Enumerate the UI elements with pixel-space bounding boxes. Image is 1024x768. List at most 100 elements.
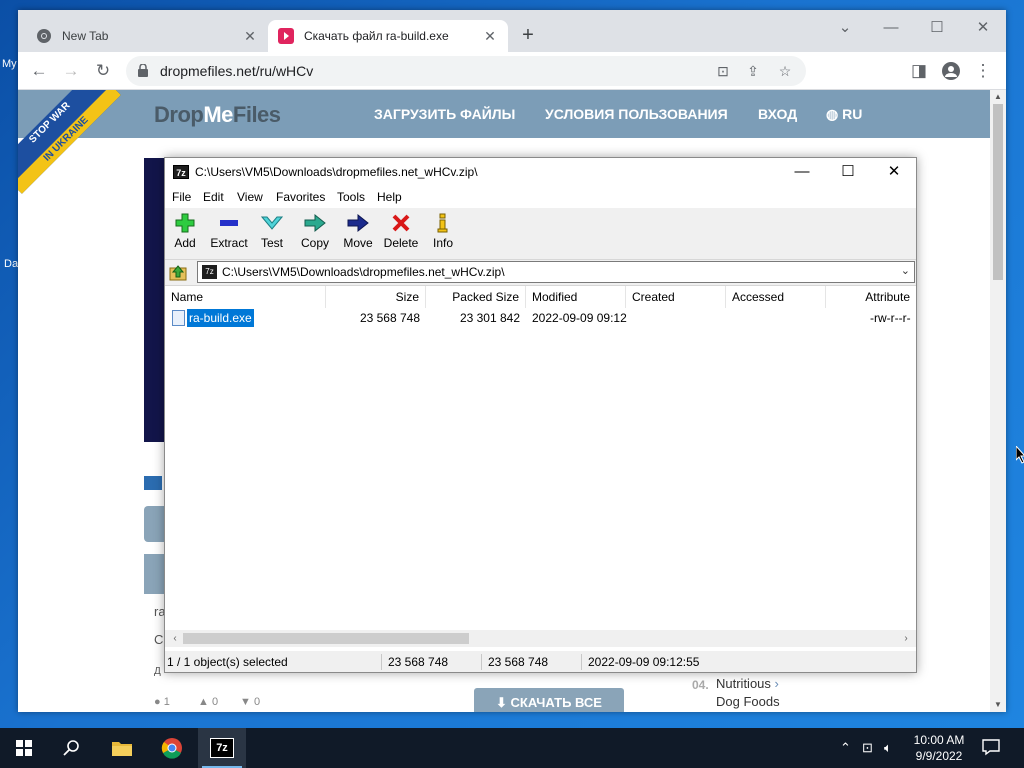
translate-icon[interactable]: ⊡ [712, 60, 734, 82]
status-size: 23 568 748 [388, 655, 449, 669]
profile-avatar-icon[interactable] [938, 58, 964, 84]
file-attributes-cell: -rw-r--r- [870, 311, 911, 325]
add-icon [163, 212, 207, 234]
forward-icon[interactable]: → [58, 58, 84, 84]
column-header-size[interactable]: Size [326, 286, 426, 308]
search-icon[interactable] [48, 728, 96, 768]
column-header-modified[interactable]: Modified [526, 286, 626, 308]
list-icon[interactable] [144, 476, 162, 490]
tab-download-page[interactable]: Скачать файл ra-build.exe ✕ [268, 20, 508, 52]
page-scrollbar[interactable]: ▲ ▼ [990, 90, 1006, 712]
7zip-taskbar-icon[interactable]: 7z [198, 728, 246, 768]
notification-icon[interactable] [982, 738, 1002, 758]
add-button[interactable]: Add [163, 212, 207, 250]
tab-new-tab[interactable]: New Tab ✕ [26, 20, 268, 52]
chevron-down-icon[interactable]: ⌄ [901, 264, 910, 277]
address-bar[interactable]: dropmefiles.net/ru/wHCv ⊡ ⇪ ☆ [126, 56, 806, 86]
promo-card[interactable]: 04. Nutritious › Dog Foods [686, 670, 804, 712]
back-icon[interactable]: ← [26, 58, 52, 84]
minimize-button[interactable]: — [779, 158, 825, 186]
folder-up-icon[interactable] [169, 263, 187, 281]
share-icon[interactable]: ⇪ [742, 60, 764, 82]
column-header-attributes[interactable]: Attribute [826, 286, 916, 308]
file-list[interactable]: Name Size Packed Size Modified Created A… [165, 285, 916, 651]
file-name-cell[interactable]: ra-build.exe [186, 308, 255, 328]
path-combobox[interactable]: 7z C:\Users\VM5\Downloads\dropmefiles.ne… [197, 261, 915, 283]
scroll-up-icon[interactable]: ▲ [990, 90, 1006, 104]
likes-counter[interactable]: ● 1 [154, 696, 170, 708]
nav-terms[interactable]: УСЛОВИЯ ПОЛЬЗОВАНИЯ [545, 106, 728, 122]
browser-toolbar: ← → ↻ dropmefiles.net/ru/wHCv ⊡ ⇪ ☆ ◨ ⋮ [18, 52, 1006, 90]
menu-help[interactable]: Help [377, 190, 402, 204]
desktop-icon-label[interactable]: Da [4, 258, 18, 270]
network-icon[interactable]: ⊡ [862, 728, 873, 768]
tab-strip: New Tab ✕ Скачать файл ra-build.exe ✕ + … [18, 10, 1006, 52]
extract-icon [207, 212, 251, 234]
minimize-button[interactable]: — [868, 14, 914, 44]
menu-edit[interactable]: Edit [203, 190, 224, 204]
file-created-cell [632, 308, 726, 328]
tab-search-icon[interactable]: ⌄ [822, 14, 868, 44]
volume-icon[interactable]: 🔈︎ [884, 728, 892, 768]
system-clock[interactable]: 10:00 AM 9/9/2022 [906, 732, 972, 764]
file-packed-size-cell: 23 301 842 [459, 311, 520, 325]
column-header-name[interactable]: Name [165, 286, 326, 308]
column-header-accessed[interactable]: Accessed [726, 286, 826, 308]
copy-button[interactable]: Copy [293, 212, 337, 250]
close-button[interactable]: ✕ [960, 14, 1006, 44]
test-button[interactable]: Test [250, 212, 294, 250]
new-tab-button[interactable]: + [516, 24, 540, 48]
scroll-left-icon[interactable]: ‹ [167, 630, 183, 647]
scroll-right-icon[interactable]: › [898, 630, 914, 647]
chrome-icon[interactable] [148, 728, 196, 768]
extract-button[interactable]: Extract [207, 212, 251, 250]
nav-upload-files[interactable]: ЗАГРУЗИТЬ ФАЙЛЫ [374, 106, 515, 122]
close-tab-icon[interactable]: ✕ [242, 28, 258, 45]
table-row[interactable]: ra-build.exe 23 568 748 23 301 842 2022-… [165, 308, 916, 328]
close-button[interactable]: ✕ [871, 158, 917, 186]
address-row: 7z C:\Users\VM5\Downloads\dropmefiles.ne… [165, 260, 916, 284]
file-explorer-icon[interactable] [98, 728, 146, 768]
download-all-button[interactable]: ⬇ СКАЧАТЬ ВСЕ [474, 688, 624, 712]
site-logo[interactable]: DropMeFiles [154, 102, 281, 128]
maximize-button[interactable]: ☐ [914, 14, 960, 44]
nav-login[interactable]: ВХОД [758, 106, 797, 122]
scrollbar-thumb[interactable] [183, 633, 469, 644]
thumbs-down-icon[interactable]: ▼ 0 [240, 696, 260, 708]
menu-tools[interactable]: Tools [337, 190, 365, 204]
status-packed-size: 23 568 748 [488, 655, 549, 669]
nav-language[interactable]: ◍ RU [826, 106, 862, 123]
menu-view[interactable]: View [237, 190, 263, 204]
info-button[interactable]: Info [421, 212, 465, 250]
thumbs-up-icon[interactable]: ▲ 0 [198, 696, 218, 708]
menu-favorites[interactable]: Favorites [276, 190, 325, 204]
column-header-created[interactable]: Created [626, 286, 726, 308]
copy-icon [293, 212, 337, 234]
delete-button[interactable]: Delete [379, 212, 423, 250]
start-button[interactable] [0, 728, 48, 768]
scroll-down-icon[interactable]: ▼ [990, 698, 1006, 712]
move-button[interactable]: Move [336, 212, 380, 250]
desktop-icon-label[interactable]: My [2, 58, 17, 70]
close-tab-icon[interactable]: ✕ [482, 28, 498, 45]
info-icon [421, 212, 465, 234]
side-panel-icon[interactable]: ◨ [906, 58, 932, 84]
chrome-icon [36, 28, 52, 44]
mouse-cursor-icon [1016, 446, 1024, 464]
reload-icon[interactable]: ↻ [90, 58, 116, 84]
file-size-cell: 23 568 748 [359, 311, 420, 325]
maximize-button[interactable]: ☐ [825, 158, 871, 186]
menu-kebab-icon[interactable]: ⋮ [970, 58, 996, 84]
url-text: dropmefiles.net/ru/wHCv [160, 63, 314, 79]
7zip-icon: 7z [173, 165, 189, 179]
column-header-packed-size[interactable]: Packed Size [426, 286, 526, 308]
menu-file[interactable]: File [172, 190, 191, 204]
bookmark-star-icon[interactable]: ☆ [774, 60, 796, 82]
file-accessed-cell [732, 308, 826, 328]
horizontal-scrollbar[interactable]: ‹ › [165, 630, 916, 647]
7zip-titlebar[interactable]: 7z C:\Users\VM5\Downloads\dropmefiles.ne… [165, 158, 916, 186]
move-icon [336, 212, 380, 234]
chevron-up-icon[interactable]: ⌃ [840, 728, 851, 768]
scrollbar-thumb[interactable] [993, 104, 1003, 280]
action-button-partial[interactable] [144, 506, 166, 542]
